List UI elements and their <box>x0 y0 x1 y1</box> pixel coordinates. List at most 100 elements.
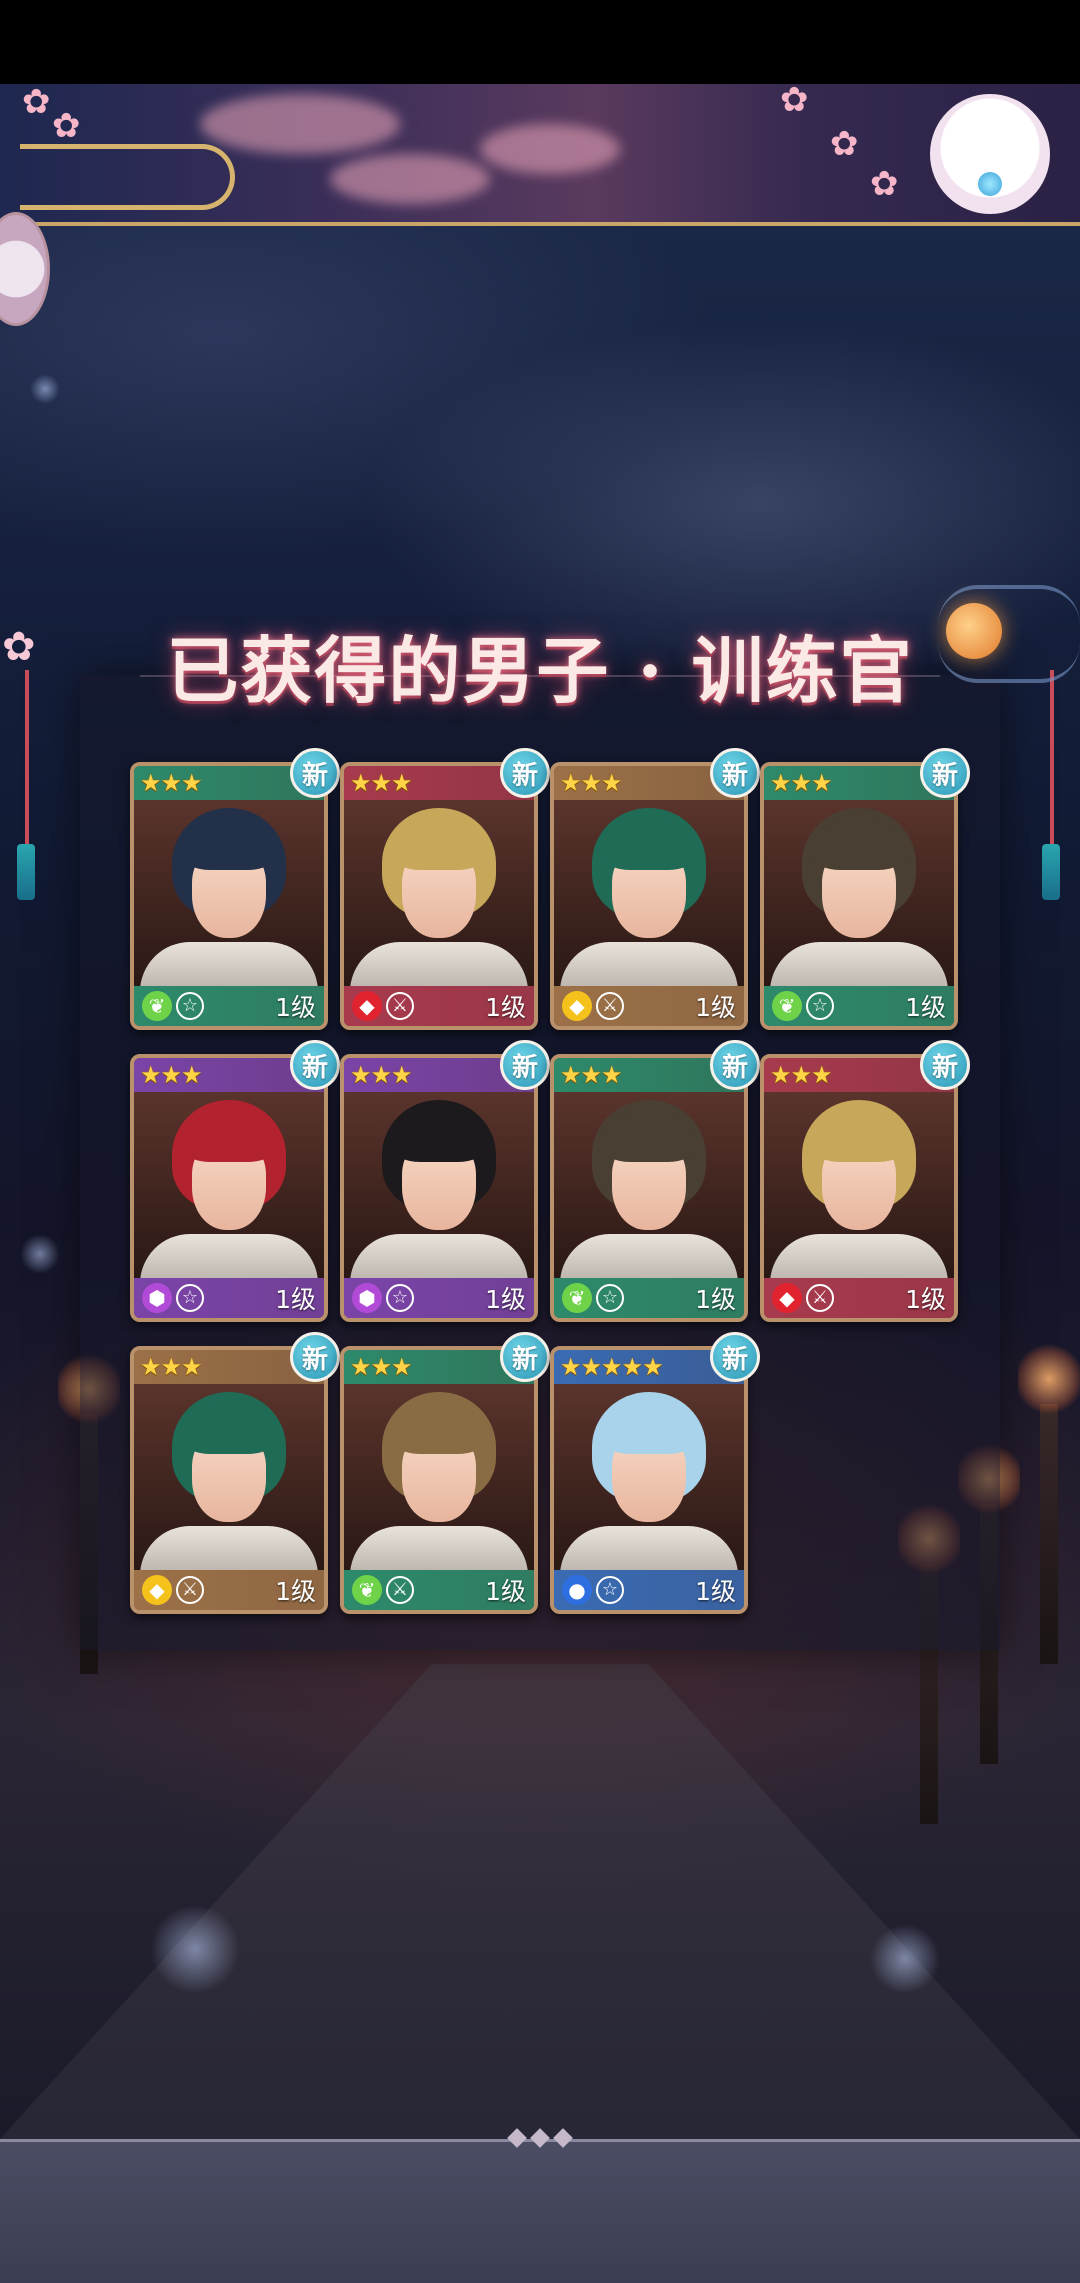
level-label: 1级 <box>275 1577 316 1606</box>
new-badge: 新 <box>500 1040 550 1090</box>
new-badge: 新 <box>500 1332 550 1382</box>
level-label: 1级 <box>905 1285 946 1314</box>
character-card[interactable]: ★★★ ◆ ⚔ 1级 新 <box>760 1040 970 1322</box>
blossom-icon: ✿ <box>22 84 51 122</box>
character-card[interactable]: ★★★ ❦ ☆ 1级 新 <box>130 748 340 1030</box>
character-card[interactable]: ★★★ ◆ ⚔ 1级 新 <box>550 748 760 1030</box>
character-portrait <box>134 1092 324 1278</box>
character-card[interactable]: ★★★ ◆ ⚔ 1级 新 <box>340 748 550 1030</box>
new-badge: 新 <box>710 748 760 798</box>
pentagram-icon: ☆ <box>596 1284 624 1312</box>
card-info-bar: ⬢ ☆ 1级 <box>344 1278 534 1318</box>
rarity-stars: ★★★ <box>350 769 413 797</box>
level-label: 1级 <box>275 993 316 1022</box>
rarity-stars: ★★★ <box>140 1353 203 1381</box>
rarity-stars: ★★★ <box>770 769 833 797</box>
new-badge: 新 <box>290 1040 340 1090</box>
lantern <box>1018 1344 1080 1664</box>
character-portrait <box>134 800 324 986</box>
card-info-bar: ❦ ☆ 1级 <box>554 1278 744 1318</box>
pentagram-icon: ☆ <box>176 1284 204 1312</box>
leaf-icon: ❦ <box>142 991 172 1021</box>
character-card[interactable]: ★★★ ◆ ⚔ 1级 新 <box>130 1332 340 1614</box>
blossom-icon: ✿ <box>830 124 859 164</box>
character-card[interactable]: ★★★ ❦ ☆ 1级 新 <box>760 748 970 1030</box>
character-card[interactable]: ★★★ ⬢ ☆ 1级 新 <box>130 1040 340 1322</box>
rarity-stars: ★★★★★ <box>560 1353 664 1381</box>
level-label: 1级 <box>695 1577 736 1606</box>
blossom-icon: ✿ <box>2 624 36 670</box>
rarity-stars: ★★★ <box>560 1061 623 1089</box>
water-icon: ● <box>562 1575 592 1605</box>
card-info-bar: ◆ ⚔ 1级 <box>344 986 534 1026</box>
character-card[interactable]: ★★★ ❦ ⚔ 1级 新 <box>340 1332 550 1614</box>
crystal-icon: ⬢ <box>142 1283 172 1313</box>
level-label: 1级 <box>485 1285 526 1314</box>
crystal-icon: ⬢ <box>352 1283 382 1313</box>
level-label: 1级 <box>485 1577 526 1606</box>
pentagram-icon: ☆ <box>386 1284 414 1312</box>
swords-icon: ⚔ <box>176 1576 204 1604</box>
top-banner: ✿ ✿ ✿ ✿ ✿ <box>0 84 1080 226</box>
character-portrait <box>764 800 954 986</box>
page-title: 已获得的男子 · 训练官 <box>166 628 914 713</box>
character-card[interactable]: ★★★ ❦ ☆ 1级 新 <box>550 1040 760 1322</box>
character-portrait <box>344 1384 534 1570</box>
page-indicator <box>507 2128 573 2148</box>
new-badge: 新 <box>920 748 970 798</box>
stone-road <box>0 1664 1080 2139</box>
new-badge: 新 <box>710 1332 760 1382</box>
character-portrait <box>764 1092 954 1278</box>
leaf-icon: ❦ <box>352 1575 382 1605</box>
new-badge: 新 <box>500 748 550 798</box>
swords-icon: ⚔ <box>386 1576 414 1604</box>
pentagram-icon: ☆ <box>806 992 834 1020</box>
rabbit-mascot-icon[interactable] <box>930 94 1050 214</box>
blossom-icon: ✿ <box>780 84 809 120</box>
character-card[interactable]: ★★★ ⬢ ☆ 1级 新 <box>340 1040 550 1322</box>
character-portrait <box>554 1384 744 1570</box>
new-badge: 新 <box>920 1040 970 1090</box>
rarity-stars: ★★★ <box>770 1061 833 1089</box>
new-badge: 新 <box>290 1332 340 1382</box>
bokeh-light <box>150 1904 240 1994</box>
rarity-stars: ★★★ <box>350 1061 413 1089</box>
level-label: 1级 <box>695 1285 736 1314</box>
character-portrait <box>134 1384 324 1570</box>
new-badge: 新 <box>290 748 340 798</box>
rarity-stars: ★★★ <box>140 1061 203 1089</box>
character-portrait <box>344 1092 534 1278</box>
bokeh-light <box>870 1924 940 1994</box>
card-info-bar: ◆ ⚔ 1级 <box>134 1570 324 1610</box>
diamond-icon: ◆ <box>142 1575 172 1605</box>
character-card[interactable]: ★★★★★ ● ☆ 1级 新 <box>550 1332 760 1614</box>
leaf-icon: ❦ <box>772 991 802 1021</box>
gold-swirl-ornament <box>20 144 235 210</box>
rarity-stars: ★★★ <box>560 769 623 797</box>
swords-icon: ⚔ <box>596 992 624 1020</box>
blossom-icon: ✿ <box>52 106 81 146</box>
blossom-icon: ✿ <box>870 164 899 204</box>
flame-icon: ◆ <box>352 991 382 1021</box>
card-info-bar: ◆ ⚔ 1级 <box>554 986 744 1026</box>
pentagram-icon: ☆ <box>176 992 204 1020</box>
hanging-charm-right <box>1042 670 1060 900</box>
character-portrait <box>554 1092 744 1278</box>
moon-ornament <box>946 603 1002 659</box>
swords-icon: ⚔ <box>386 992 414 1020</box>
new-badge: 新 <box>710 1040 760 1090</box>
character-portrait <box>554 800 744 986</box>
level-label: 1级 <box>695 993 736 1022</box>
card-info-bar: ❦ ☆ 1级 <box>764 986 954 1026</box>
bottom-bar <box>0 2128 1080 2283</box>
diamond-icon: ◆ <box>562 991 592 1021</box>
rarity-stars: ★★★ <box>140 769 203 797</box>
status-bar <box>0 0 1080 84</box>
card-info-bar: ◆ ⚔ 1级 <box>764 1278 954 1318</box>
swords-icon: ⚔ <box>806 1284 834 1312</box>
level-label: 1级 <box>905 993 946 1022</box>
level-label: 1级 <box>275 1285 316 1314</box>
leaf-icon: ❦ <box>562 1283 592 1313</box>
character-portrait <box>344 800 534 986</box>
pentagram-icon: ☆ <box>596 1576 624 1604</box>
